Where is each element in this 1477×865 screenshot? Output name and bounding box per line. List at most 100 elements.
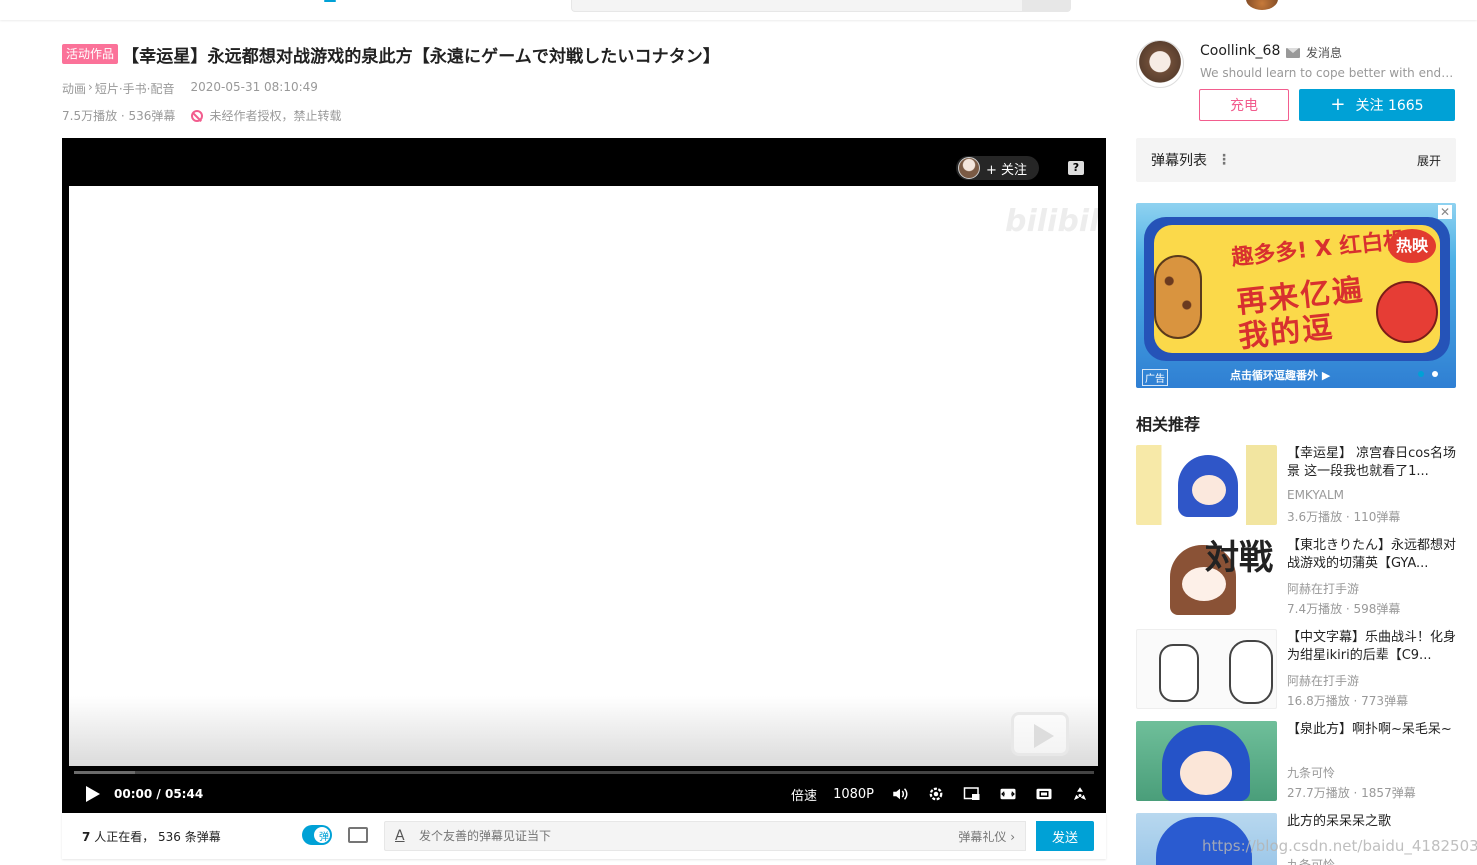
video-screen[interactable]: bilibili [69,186,1098,766]
repost-notice: 未经作者授权，禁止转载 [191,107,341,124]
quality-button[interactable]: 1080P [833,787,874,802]
widescreen-icon[interactable] [998,784,1018,804]
up-mini-avatar [958,157,980,179]
recommend-item-stats: 7.4万播放 · 598弹幕 [1287,602,1401,616]
recommend-title: 相关推荐 [1136,415,1201,434]
charge-button[interactable]: 充电 [1199,89,1289,121]
danmaku-settings-icon[interactable] [348,827,368,843]
video-title: 【幸运星】永远都想对战游戏的泉此方【永遠にゲームで対戦したいコナタン】 [122,46,721,67]
recommend-thumbnail[interactable] [1136,629,1277,709]
follow-button[interactable]: + 关注 1665 [1299,89,1455,121]
video-stats-row: 7.5万播放 · 536弹幕 未经作者授权，禁止转载 [62,107,341,124]
recommend-item-up[interactable]: 阿赫在打手游 [1287,580,1359,597]
chevron-right-icon: › [88,80,93,94]
recommend-item-stats: 16.8万播放 · 773弹幕 [1287,694,1409,708]
recommend-item-up[interactable]: EMKYALM [1287,488,1344,502]
big-play-icon[interactable] [1011,712,1069,756]
recommend-thumbnail[interactable]: 対戦 [1136,537,1277,617]
recommend-item-stats: 3.6万播放 · 110弹幕 [1287,510,1401,524]
viewers-text: 人正在看， [94,829,155,844]
speed-button[interactable]: 倍速 [791,785,817,804]
web-fullscreen-icon[interactable] [1034,784,1054,804]
danmaku-input[interactable] [419,829,899,843]
recommend-item-up[interactable]: 阿赫在打手游 [1287,672,1359,689]
expand-button[interactable]: 展开 [1417,152,1441,169]
settings-gear-icon[interactable] [926,784,946,804]
danmaku-list-panel[interactable]: 弹幕列表 ⋮ 展开 [1136,138,1456,182]
nav-active-indicator [324,0,336,2]
follow-label: 关注 1665 [1355,98,1424,114]
recommend-thumbnail[interactable] [1136,721,1277,801]
uploader-avatar[interactable] [1136,40,1184,88]
picture-in-picture-icon[interactable] [962,784,982,804]
danmaku-list-title: 弹幕列表 [1151,153,1207,169]
search-bar[interactable] [571,0,1071,12]
thumbnail-text: 対戦 [1205,538,1273,578]
danmaku-text: 条弹幕 [184,829,221,844]
progress-played [74,771,136,774]
recommend-item-stats: 27.7万播放 · 1857弹幕 [1287,786,1416,800]
recommend-item-title[interactable]: 【中文字幕】乐曲战斗！化身为绀星ikiri的后辈【C9... [1287,629,1459,665]
csdn-watermark: https://blog.csdn.net/baidu_41825032 [1202,837,1477,855]
repost-notice-text: 未经作者授权，禁止转载 [209,109,342,123]
close-icon[interactable]: ✕ [1438,205,1452,219]
text-style-icon[interactable]: A [395,828,411,844]
recommend-item[interactable]: 【幸运星】 凉宫春日cos名场景 这一段我也就看了1... EMKYALM 3.… [1136,445,1460,527]
send-message-link[interactable]: 发消息 [1286,44,1342,61]
fullscreen-icon[interactable] [1070,784,1090,804]
player-follow-button[interactable]: + 关注 [956,156,1040,180]
time-current: 00:00 [114,787,153,801]
time-total: 05:44 [164,787,204,801]
video-player[interactable]: + 关注 ? bilibili 00:00 / 05:44 倍速 1080P [62,138,1106,813]
uploader-name[interactable]: Coollink_68 [1200,43,1280,59]
time-display: 00:00 / 05:44 [114,787,203,801]
controls-fade [69,696,1098,766]
recommend-item[interactable]: 対戦 【東北きりたん】永远都想对战游戏的切蒲英【GYA... 阿赫在打手游 7.… [1136,537,1460,619]
hot-badge: 热映 [1388,229,1436,263]
ad-tag: 广告 [1142,369,1168,386]
ad-banner[interactable]: 趣多多! X 红白机 再来亿遍 我的逗 热映 点击循环逗趣番外 ▶ 广告 ✕ [1136,203,1456,388]
category-parent-link[interactable]: 动画 [62,80,86,97]
help-icon[interactable]: ? [1068,161,1084,175]
plus-icon: + [1330,94,1346,115]
video-stats: 7.5万播放 · 536弹幕 [62,109,176,123]
danmaku-etiquette-link[interactable]: 弹幕礼仪 › [958,828,1015,845]
top-nav-bar [0,0,1477,20]
recommend-item-up[interactable]: 九条可怜 [1287,764,1335,781]
play-icon[interactable] [86,786,100,802]
activity-badge[interactable]: 活动作品 [62,44,119,64]
recommend-item-title[interactable]: 【東北きりたん】永远都想对战游戏的切蒲英【GYA... [1287,537,1459,573]
recommend-item-title[interactable]: 【泉此方】啊扑啊~呆毛呆~ [1287,721,1459,757]
send-danmaku-button[interactable]: 发送 [1036,821,1094,851]
publish-date: 2020-05-31 08:10:49 [190,80,318,94]
carousel-dot-active[interactable] [1418,371,1424,377]
time-separator: / [156,787,161,801]
player-follow-label: + 关注 [986,162,1028,178]
viewer-count: 7 人正在看， 536 条弹幕 [82,828,221,845]
carousel-dot[interactable] [1432,371,1438,377]
mail-icon [1286,47,1300,58]
danmaku-toggle[interactable]: 弹 [302,825,332,845]
user-avatar[interactable] [1246,0,1278,10]
ad-bottom-text: 点击循环逗趣番外 ▶ [1230,369,1331,382]
danmaku-input-wrap: A 弹幕礼仪 › [384,821,1026,851]
recommend-thumbnail[interactable] [1136,445,1277,525]
more-options-icon[interactable]: ⋮ [1217,152,1231,168]
recommend-item[interactable]: 【中文字幕】乐曲战斗！化身为绀星ikiri的后辈【C9... 阿赫在打手游 16… [1136,629,1460,711]
search-button[interactable] [1022,0,1070,11]
player-controls: 00:00 / 05:44 倍速 1080P [62,778,1106,810]
danmaku-toggle-label: 弹 [319,832,329,843]
viewers-number: 7 [82,829,91,844]
danmaku-number: 536 [158,829,181,844]
cup-character-icon [1376,281,1438,343]
bilibili-watermark: bilibili [1005,204,1098,239]
recommend-item-up[interactable]: 九条可怜 [1287,856,1335,865]
category-child-link[interactable]: 短片·手书·配音 [95,80,175,97]
volume-icon[interactable] [890,784,910,804]
cookie-character-icon [1154,255,1202,339]
progress-bar[interactable] [74,771,1094,774]
danmaku-send-bar: 7 人正在看， 536 条弹幕 弹 A 弹幕礼仪 › 发送 [62,813,1106,859]
send-message-label: 发消息 [1306,46,1343,60]
recommend-item-title[interactable]: 【幸运星】 凉宫春日cos名场景 这一段我也就看了1... [1287,445,1459,481]
recommend-item[interactable]: 【泉此方】啊扑啊~呆毛呆~ 九条可怜 27.7万播放 · 1857弹幕 [1136,721,1460,803]
